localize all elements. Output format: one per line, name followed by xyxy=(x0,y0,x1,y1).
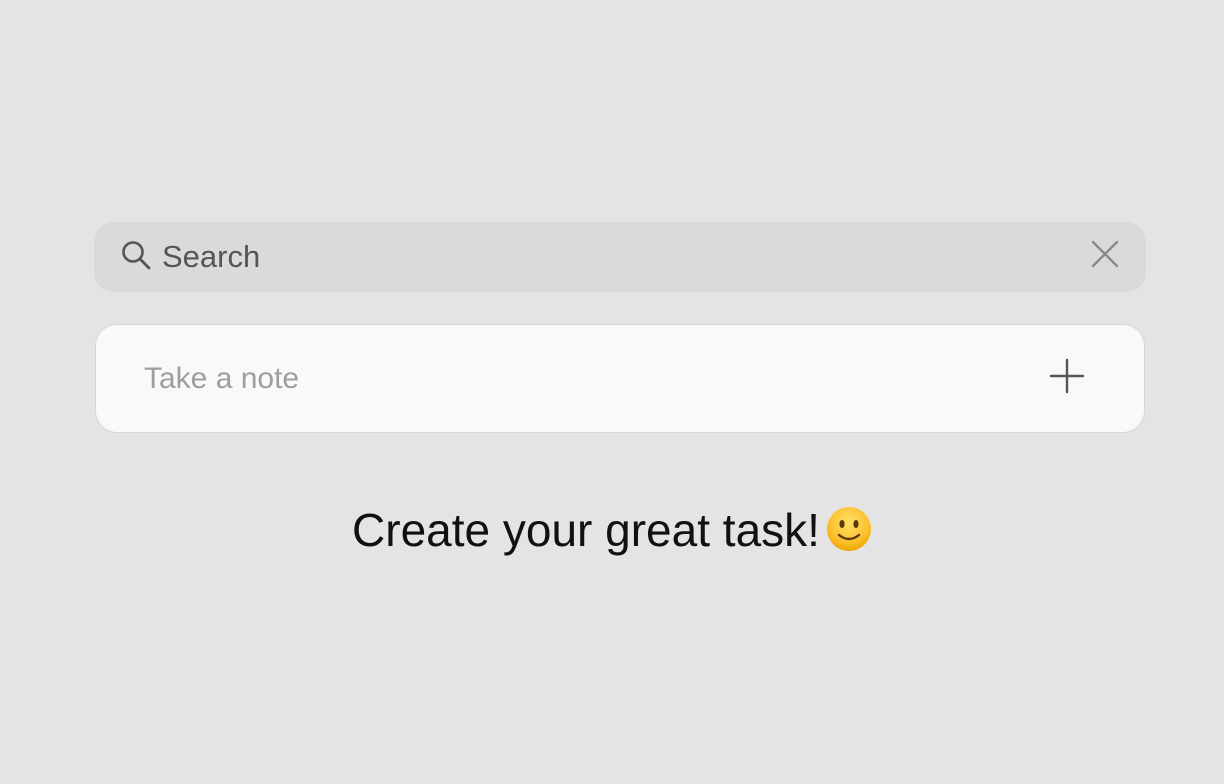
slightly-smiling-face-icon xyxy=(826,507,871,551)
search-icon xyxy=(122,241,151,270)
close-icon[interactable] xyxy=(1088,237,1122,271)
empty-state: Create your great task! xyxy=(0,500,1224,560)
app-root: Create your great task! xyxy=(0,0,1224,784)
note-input[interactable] xyxy=(144,354,1004,404)
empty-state-message: Create your great task! xyxy=(352,504,820,556)
plus-icon[interactable] xyxy=(1048,357,1086,395)
search-input[interactable] xyxy=(162,232,1062,282)
